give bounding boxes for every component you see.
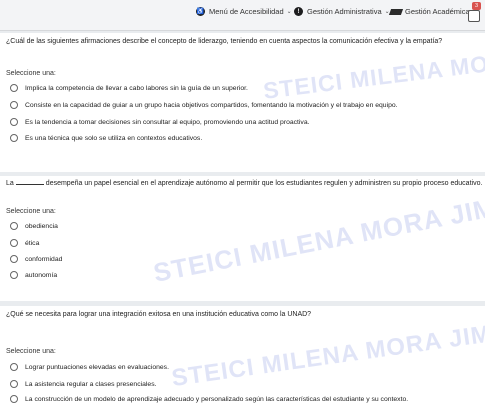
question-2-start: La xyxy=(6,180,14,187)
option-label: Es la tendencia a tomar decisiones sin c… xyxy=(25,118,310,126)
question-2-text: La desempeña un papel esencial en el apre… xyxy=(6,180,482,187)
radio-button[interactable] xyxy=(10,134,18,142)
accessibility-icon: ♿ xyxy=(196,7,205,16)
graduation-cap-icon xyxy=(388,8,404,15)
radio-button[interactable] xyxy=(10,118,18,126)
option-2c[interactable]: conformidad xyxy=(10,255,62,263)
accessibility-menu-label: Menú de Accesibilidad xyxy=(209,7,284,16)
radio-button[interactable] xyxy=(10,271,18,279)
option-1d[interactable]: Es una técnica que solo se utiliza en co… xyxy=(10,134,202,142)
radio-button[interactable] xyxy=(10,101,18,109)
option-label: conformidad xyxy=(25,255,63,263)
option-2b[interactable]: ética xyxy=(10,239,39,247)
info-icon: ! xyxy=(294,7,303,16)
question-card-1: ¿Cuál de las siguientes afirmaciones des… xyxy=(0,32,485,172)
radio-button[interactable] xyxy=(10,239,18,247)
fill-in-blank xyxy=(15,184,44,185)
radio-button[interactable] xyxy=(10,222,18,230)
question-2-prompt: Seleccione una: xyxy=(6,208,56,215)
watermark: STEICI MILENA MORA JIMENEZ xyxy=(169,310,485,393)
question-3-text: ¿Qué se necesita para lograr una integra… xyxy=(6,311,312,318)
option-label: obediencia xyxy=(25,222,58,230)
option-3a[interactable]: Lograr puntuaciones elevadas en evaluaci… xyxy=(10,363,169,371)
radio-button[interactable] xyxy=(10,84,18,92)
radio-button[interactable] xyxy=(10,395,18,403)
option-label: ética xyxy=(25,239,40,247)
option-1c[interactable]: Es la tendencia a tomar decisiones sin c… xyxy=(10,118,310,126)
option-1a[interactable]: Implica la competencia de llevar a cabo … xyxy=(10,84,248,92)
question-3-prompt: Seleccione una: xyxy=(6,348,56,355)
radio-button[interactable] xyxy=(10,363,18,371)
chevron-down-icon: ⌄ xyxy=(286,9,292,15)
academic-menu-label: Gestión Académica xyxy=(405,7,470,16)
question-2-end: desempeña un papel esencial en el aprend… xyxy=(45,180,483,187)
option-label: Es una técnica que solo se utiliza en co… xyxy=(25,134,203,142)
option-2a[interactable]: obediencia xyxy=(10,222,58,230)
question-card-2: La desempeña un papel esencial en el apre… xyxy=(0,176,485,301)
question-1-text: ¿Cuál de las siguientes afirmaciones des… xyxy=(6,38,443,45)
radio-button[interactable] xyxy=(10,255,18,263)
watermark: STEICI MILENA MORA JIMENEZ xyxy=(150,178,485,288)
option-3c[interactable]: La construcción de un modelo de aprendiz… xyxy=(10,395,408,403)
option-label: Lograr puntuaciones elevadas en evaluaci… xyxy=(25,363,169,371)
option-1b[interactable]: Consiste en la capacidad de guiar a un g… xyxy=(10,101,398,109)
question-1-prompt: Seleccione una: xyxy=(6,70,56,77)
user-menu-icon[interactable] xyxy=(468,10,480,22)
top-navigation-bar: ♿ Menú de Accesibilidad ⌄ ! Gestión Admi… xyxy=(0,0,485,31)
admin-menu[interactable]: ! Gestión Administrativa ⌄ xyxy=(294,7,390,16)
option-label: La asistencia regular a clases presencia… xyxy=(25,380,157,388)
academic-menu[interactable]: Gestión Académica ⌄ xyxy=(388,7,478,16)
option-2d[interactable]: autonomía xyxy=(10,271,57,279)
accessibility-menu[interactable]: ♿ Menú de Accesibilidad ⌄ xyxy=(196,7,292,16)
question-card-3: ¿Qué se necesita para lograr una integra… xyxy=(0,306,485,403)
radio-button[interactable] xyxy=(10,380,18,388)
option-label: Implica la competencia de llevar a cabo … xyxy=(25,84,248,92)
option-label: autonomía xyxy=(25,271,58,279)
option-label: Consiste en la capacidad de guiar a un g… xyxy=(25,101,398,109)
option-3b[interactable]: La asistencia regular a clases presencia… xyxy=(10,380,156,388)
notification-badge[interactable]: 3 xyxy=(472,2,481,10)
option-label: La construcción de un modelo de aprendiz… xyxy=(25,395,409,403)
admin-menu-label: Gestión Administrativa xyxy=(307,7,382,16)
